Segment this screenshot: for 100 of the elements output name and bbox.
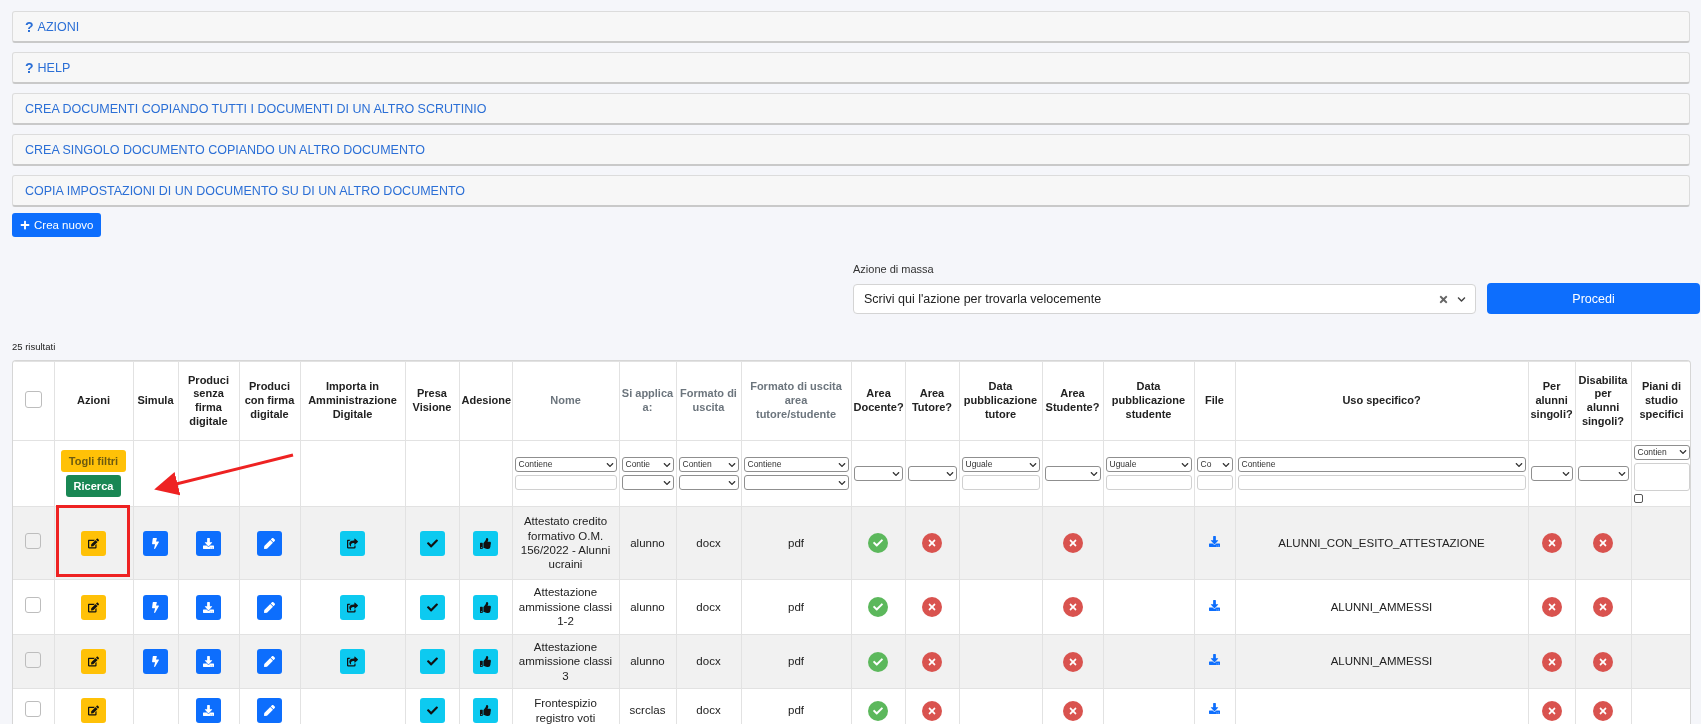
- filter-select[interactable]: Uguale: [961, 457, 1040, 472]
- filter-select[interactable]: [1530, 466, 1573, 481]
- edit-button[interactable]: [81, 649, 106, 674]
- sign-button[interactable]: [257, 530, 282, 556]
- download-button[interactable]: [196, 698, 221, 723]
- download-icon[interactable]: [1209, 599, 1220, 611]
- download-button[interactable]: [196, 594, 221, 620]
- view-button[interactable]: [419, 594, 445, 620]
- table-cell: alunno: [619, 506, 676, 580]
- import-button[interactable]: [340, 530, 365, 556]
- sign-button[interactable]: [257, 594, 282, 620]
- adhesion-button[interactable]: [473, 698, 498, 723]
- column-header: Adesione: [461, 394, 511, 408]
- filter-input[interactable]: [1105, 475, 1192, 490]
- pencil-icon: [264, 656, 275, 667]
- column-header: Area Docente?: [853, 387, 904, 415]
- filter-select[interactable]: [621, 475, 674, 490]
- chevron-icon[interactable]: [1457, 294, 1466, 304]
- lightning-icon: [150, 537, 161, 549]
- table-cell: docx: [676, 506, 741, 580]
- filter-input[interactable]: [514, 475, 617, 490]
- filter-input[interactable]: [961, 475, 1040, 490]
- accordion-header[interactable]: ? AZIONI: [12, 11, 1690, 43]
- filter-select[interactable]: Contiene: [514, 457, 617, 472]
- filter-select[interactable]: [853, 466, 903, 481]
- download-icon: [203, 601, 214, 613]
- select-all-checkbox[interactable]: [24, 390, 42, 408]
- download-icon[interactable]: [1209, 703, 1220, 715]
- chevron-icon: [1180, 460, 1189, 469]
- edit-button[interactable]: [81, 594, 106, 620]
- accordion-header[interactable]: CREA SINGOLO DOCUMENTO COPIANDO UN ALTRO DOCUMENTO: [12, 134, 1690, 166]
- view-button[interactable]: [419, 530, 445, 556]
- accordion-header[interactable]: CREA DOCUMENTI COPIANDO TUTTI I DOCUMENTI DI UN ALTRO SCRUTINIO: [12, 93, 1690, 125]
- column-header: Per alunni singoli?: [1530, 380, 1573, 422]
- chevron-icon: [1561, 469, 1570, 478]
- column-header: Disabilita per alunni singoli?: [1577, 373, 1629, 429]
- adhesion-button[interactable]: [473, 649, 498, 674]
- download-icon[interactable]: [1209, 654, 1220, 666]
- view-button[interactable]: [419, 698, 445, 723]
- filter-select[interactable]: Uguale: [1105, 457, 1192, 472]
- column-header: Uso specifico?: [1342, 394, 1421, 408]
- accordion-header[interactable]: ? HELP: [12, 52, 1690, 84]
- chevron-icon: [1221, 460, 1230, 469]
- thumbs-up-icon: [480, 705, 491, 716]
- download-icon[interactable]: [1209, 535, 1220, 547]
- column-header: Data pubblicazione tutore: [962, 380, 1039, 422]
- chevron-icon: [891, 469, 900, 478]
- mass-action-input[interactable]: Scrivi qui l'azione per trovarla velocemente: [853, 284, 1476, 314]
- view-button[interactable]: [419, 649, 445, 674]
- row-checkbox[interactable]: [25, 533, 42, 550]
- filter-select[interactable]: Contiene: [1237, 457, 1526, 472]
- filter-select[interactable]: Contiene: [743, 457, 849, 472]
- column-header[interactable]: Nome: [550, 394, 581, 408]
- simulate-button[interactable]: [143, 649, 168, 674]
- download-button[interactable]: [196, 530, 221, 556]
- sign-button[interactable]: [257, 649, 282, 674]
- row-checkbox[interactable]: [25, 651, 42, 668]
- filter-select[interactable]: Co: [1196, 457, 1233, 472]
- proceed-button[interactable]: Procedi: [1487, 283, 1700, 314]
- clear-icon[interactable]: [1438, 293, 1449, 305]
- table-cell: ALUNNI_CON_ESITO_ATTESTAZIONE: [1235, 506, 1528, 580]
- filter-button[interactable]: Togli filtri: [60, 450, 127, 472]
- adhesion-button[interactable]: [473, 530, 498, 556]
- row-checkbox[interactable]: [25, 597, 42, 614]
- column-header: File: [1205, 394, 1224, 408]
- filter-input[interactable]: [1237, 475, 1526, 490]
- thumbs-up-icon: [480, 601, 491, 613]
- filter-select[interactable]: [1577, 466, 1629, 481]
- simulate-button[interactable]: [143, 530, 168, 556]
- filter-select[interactable]: [1044, 466, 1101, 481]
- filter-select[interactable]: Contie: [621, 457, 674, 472]
- edit-button[interactable]: [81, 698, 106, 723]
- sign-button[interactable]: [257, 698, 282, 723]
- adhesion-button[interactable]: [473, 594, 498, 620]
- chevron-icon: [605, 460, 614, 469]
- pencil-icon: [264, 705, 275, 716]
- create-button[interactable]: Crea nuovo: [12, 213, 102, 237]
- filter-input[interactable]: [1196, 475, 1233, 490]
- column-header: Area Tutore?: [910, 387, 954, 415]
- download-button[interactable]: [196, 649, 221, 674]
- results-count: 25 risultati: [12, 341, 57, 352]
- filter-select[interactable]: Contien: [1633, 444, 1690, 460]
- accordion-header[interactable]: COPIA IMPOSTAZIONI DI UN DOCUMENTO SU DI UN ALTRO DOCUMENTO: [12, 175, 1690, 207]
- edit-button[interactable]: [81, 530, 106, 556]
- filter-select[interactable]: [678, 475, 739, 490]
- filter-select[interactable]: [907, 466, 957, 481]
- filter-select[interactable]: [743, 475, 849, 490]
- check-icon: [426, 601, 438, 613]
- chevron-icon: [945, 469, 954, 478]
- column-header: Azioni: [77, 394, 110, 408]
- filter-select[interactable]: Contien: [678, 457, 739, 472]
- import-button[interactable]: [340, 594, 365, 620]
- chevron-icon: [727, 460, 736, 469]
- filter-checkbox[interactable]: [1633, 493, 1643, 503]
- check-icon: [426, 705, 438, 716]
- simulate-button[interactable]: [143, 594, 168, 620]
- filter-button[interactable]: Ricerca: [65, 475, 122, 497]
- row-checkbox[interactable]: [25, 700, 42, 717]
- table-cell: alunno: [619, 579, 676, 635]
- import-button[interactable]: [340, 649, 365, 674]
